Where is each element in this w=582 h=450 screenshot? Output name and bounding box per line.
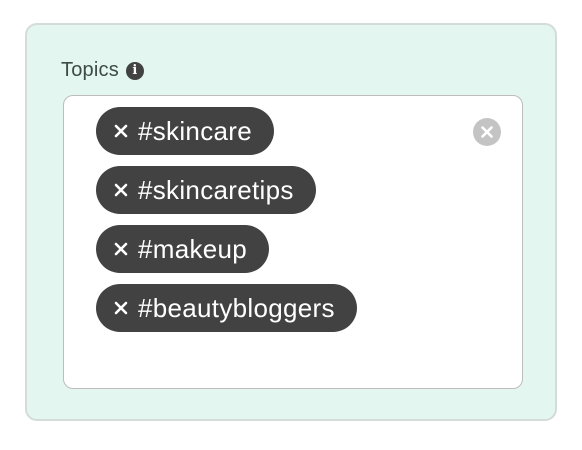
topics-label: Topics i (61, 59, 144, 82)
close-icon[interactable] (112, 240, 130, 258)
tag-chip-skincare[interactable]: #skincare (96, 107, 274, 155)
close-icon[interactable] (112, 122, 130, 140)
tag-label: #makeup (138, 234, 248, 264)
close-icon[interactable] (112, 181, 130, 199)
tag-list: #skincare #skincaretips #makeup #beautyb… (96, 107, 357, 332)
info-icon[interactable]: i (125, 61, 144, 80)
tag-label: #skincaretips (138, 175, 294, 205)
tag-chip-skincaretips[interactable]: #skincaretips (96, 166, 316, 214)
close-icon[interactable] (112, 299, 130, 317)
tag-chip-beautybloggers[interactable]: #beautybloggers (96, 284, 357, 332)
clear-all-icon[interactable] (473, 118, 501, 146)
topics-label-text: Topics (61, 59, 119, 81)
tag-label: #beautybloggers (138, 293, 335, 323)
topics-input[interactable]: #skincare #skincaretips #makeup #beautyb… (63, 95, 523, 389)
tag-chip-makeup[interactable]: #makeup (96, 225, 270, 273)
topics-panel: Topics i #skincare #skincaretips #makeup… (25, 23, 557, 421)
tag-label: #skincare (138, 116, 252, 146)
